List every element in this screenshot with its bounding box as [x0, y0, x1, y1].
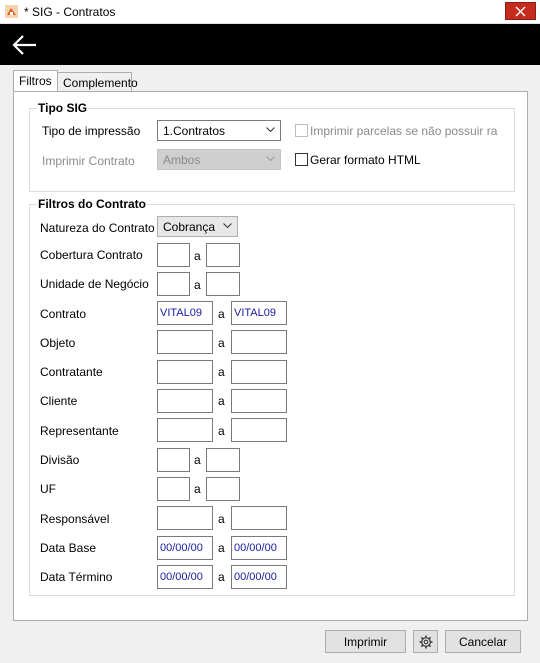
range-separator: a: [194, 278, 201, 292]
range-separator: a: [194, 249, 201, 263]
tipo-sig-title: Tipo SIG: [37, 101, 89, 115]
cliente-from-input[interactable]: [157, 389, 213, 413]
data-termino-from-input[interactable]: 00/00/00: [157, 565, 213, 589]
app-icon: [5, 5, 18, 18]
cobertura-to-input[interactable]: [206, 243, 240, 267]
representante-from-input[interactable]: [157, 418, 213, 442]
unidade-negocio-from-input[interactable]: [157, 272, 190, 296]
tipo-impressao-label: Tipo de impressão: [42, 124, 141, 138]
cancelar-button-label: Cancelar: [458, 635, 508, 649]
objeto-label: Objeto: [40, 336, 76, 350]
objeto-to-input[interactable]: [231, 330, 287, 354]
imprimir-contrato-select[interactable]: Ambos: [157, 149, 281, 170]
header-bar: [0, 24, 540, 65]
range-separator: a: [218, 570, 225, 584]
imprimir-parcelas-checkbox[interactable]: [295, 124, 308, 137]
natureza-label: Natureza do Contrato: [40, 221, 155, 235]
natureza-value: Cobrança: [163, 220, 216, 234]
tipo-impressao-value: 1.Contratos: [163, 124, 226, 138]
title-bar: * SIG - Contratos: [0, 0, 540, 24]
cliente-to-input[interactable]: [231, 389, 287, 413]
chevron-down-icon: [266, 127, 275, 133]
contratante-to-input[interactable]: [231, 360, 287, 384]
uf-to-input[interactable]: [206, 477, 240, 501]
close-button[interactable]: [505, 2, 536, 20]
contratante-from-input[interactable]: [157, 360, 213, 384]
range-separator: a: [194, 482, 201, 496]
settings-button[interactable]: [413, 630, 438, 653]
imprimir-contrato-value: Ambos: [163, 153, 201, 167]
data-base-to-input[interactable]: 00/00/00: [231, 536, 287, 560]
range-separator: a: [218, 336, 225, 350]
representante-label: Representante: [40, 424, 119, 438]
range-separator: a: [218, 365, 225, 379]
responsavel-from-input[interactable]: [157, 506, 213, 530]
window-title: * SIG - Contratos: [24, 5, 116, 19]
uf-label: UF: [40, 482, 56, 496]
cobertura-from-input[interactable]: [157, 243, 190, 267]
range-separator: a: [218, 307, 225, 321]
range-separator: a: [218, 512, 225, 526]
contrato-to-input[interactable]: VITAL09: [231, 301, 287, 325]
contratante-label: Contratante: [40, 365, 103, 379]
divisao-from-input[interactable]: [157, 448, 190, 472]
close-icon: [515, 6, 526, 17]
gerar-html-checkbox[interactable]: [295, 153, 308, 166]
chevron-down-icon: [223, 223, 232, 229]
data-base-from-input[interactable]: 00/00/00: [157, 536, 213, 560]
tab-filtros[interactable]: Filtros: [13, 70, 58, 91]
responsavel-label: Responsável: [40, 512, 110, 526]
tipo-impressao-select[interactable]: 1.Contratos: [157, 120, 281, 141]
tab-complemento-label: Complemento: [63, 76, 138, 90]
cancelar-button[interactable]: Cancelar: [445, 630, 521, 653]
data-base-label: Data Base: [40, 541, 97, 555]
imprimir-button[interactable]: Imprimir: [325, 630, 406, 653]
range-separator: a: [218, 424, 225, 438]
contrato-label: Contrato: [40, 307, 87, 321]
tab-filtros-label: Filtros: [19, 74, 52, 88]
imprimir-contrato-label: Imprimir Contrato: [42, 154, 135, 168]
cliente-label: Cliente: [40, 394, 78, 408]
tab-panel-filtros: Tipo SIG Tipo de impressão 1.Contratos I…: [13, 91, 528, 621]
unidade-negocio-to-input[interactable]: [206, 272, 240, 296]
data-termino-to-input[interactable]: 00/00/00: [231, 565, 287, 589]
cobertura-label: Cobertura Contrato: [40, 248, 143, 262]
unidade-negocio-label: Unidade de Negócio: [40, 277, 149, 291]
data-termino-label: Data Término: [40, 570, 113, 584]
responsavel-to-input[interactable]: [231, 506, 287, 530]
representante-to-input[interactable]: [231, 418, 287, 442]
gear-icon: [419, 635, 432, 649]
chevron-down-icon: [266, 156, 275, 162]
imprimir-parcelas-label: Imprimir parcelas se não possuir ra: [310, 124, 498, 138]
objeto-from-input[interactable]: [157, 330, 213, 354]
imprimir-button-label: Imprimir: [343, 635, 388, 649]
back-arrow-icon[interactable]: [12, 34, 38, 56]
filtros-contrato-title: Filtros do Contrato: [37, 197, 147, 211]
gerar-html-label: Gerar formato HTML: [310, 153, 421, 167]
natureza-select[interactable]: Cobrança: [157, 216, 238, 237]
range-separator: a: [194, 453, 201, 467]
filtros-contrato-group: Filtros do Contrato Natureza do Contrato…: [29, 197, 515, 596]
divisao-to-input[interactable]: [206, 448, 240, 472]
tab-complemento[interactable]: Complemento: [57, 72, 138, 91]
divisao-label: Divisão: [40, 453, 80, 467]
contrato-from-input[interactable]: VITAL09: [157, 301, 213, 325]
tipo-sig-group: Tipo SIG Tipo de impressão 1.Contratos I…: [29, 101, 515, 192]
range-separator: a: [218, 541, 225, 555]
uf-from-input[interactable]: [157, 477, 190, 501]
range-separator: a: [218, 394, 225, 408]
